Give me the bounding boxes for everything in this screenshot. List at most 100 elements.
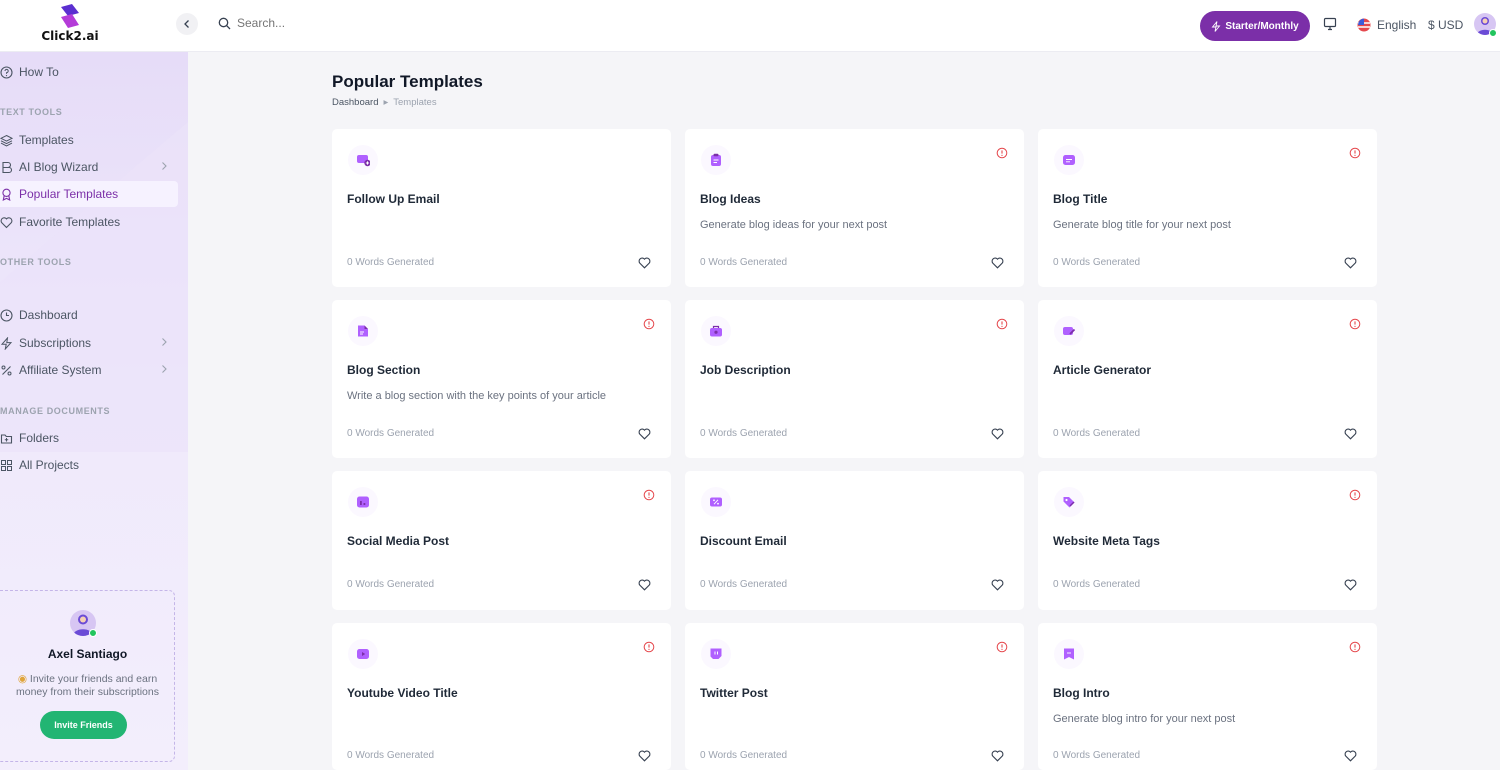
invite-friends-button[interactable]: Invite Friends [40, 711, 127, 739]
card-title: Youtube Video Title [347, 686, 458, 700]
info-icon[interactable] [1349, 641, 1361, 653]
words-generated: 0 Words Generated [347, 750, 435, 761]
section-label-manage-documents: MANAGE DOCUMENTS [0, 406, 111, 416]
sidebar-item-all-projects[interactable]: All Projects [0, 452, 178, 478]
words-generated: 0 Words Generated [700, 257, 788, 268]
heart-icon [0, 216, 13, 229]
bookmark-icon [1054, 639, 1084, 669]
heart-icon[interactable] [991, 257, 1004, 269]
template-card-blog-title[interactable]: Blog Title Generate blog title for your n… [1038, 129, 1377, 287]
percent-icon [0, 364, 13, 377]
card-title: Social Media Post [347, 534, 450, 548]
search-icon [218, 17, 231, 29]
heart-icon[interactable] [638, 257, 651, 269]
heart-icon[interactable] [1344, 428, 1357, 440]
heart-icon[interactable] [1344, 579, 1357, 591]
chart-icon [348, 487, 378, 517]
heart-icon[interactable] [638, 428, 651, 440]
sidebar-item-label: All Projects [19, 458, 80, 472]
logo[interactable]: Click2.ai [40, 4, 100, 43]
card-description: Generate blog title for your next post [1053, 219, 1231, 231]
zap-icon [0, 336, 13, 350]
top-bar: Click2.ai Starter/Monthly English $ USD [0, 0, 1500, 52]
words-generated: 0 Words Generated [347, 257, 435, 268]
heart-icon[interactable] [991, 750, 1004, 762]
heart-icon[interactable] [638, 750, 651, 762]
sidebar-item-popular-templates[interactable]: Popular Templates [0, 181, 178, 207]
online-status-dot [89, 629, 97, 637]
sidebar-item-how-to[interactable]: How To [0, 59, 178, 85]
info-icon[interactable] [996, 147, 1008, 159]
award-icon [0, 188, 13, 201]
section-label-text-tools: TEXT TOOLS [0, 107, 63, 117]
logo-text: Click2.ai [41, 29, 99, 43]
card-description: Write a blog section with the key points… [347, 390, 607, 402]
words-generated: 0 Words Generated [1053, 750, 1141, 761]
language-selector[interactable]: English [1357, 18, 1416, 32]
info-icon[interactable] [1349, 147, 1361, 159]
template-card-discount-email[interactable]: Discount Email 0 Words Generated [685, 471, 1024, 610]
heart-icon[interactable] [991, 579, 1004, 591]
invite-message: Invite your friends and earn money from … [16, 673, 159, 698]
template-card-job-description[interactable]: Job Description 0 Words Generated [685, 300, 1024, 458]
monitor-button[interactable] [1323, 17, 1337, 36]
plan-button[interactable]: Starter/Monthly [1200, 11, 1310, 41]
template-card-blog-ideas[interactable]: Blog Ideas Generate blog ideas for your n… [685, 129, 1024, 287]
edit-icon [1054, 316, 1084, 346]
mail-plus-icon [348, 145, 378, 175]
breadcrumb: Dashboard ▸ Templates [332, 97, 437, 108]
template-card-follow-up-email[interactable]: Follow Up Email 0 Words Generated [332, 129, 671, 287]
info-icon[interactable] [1349, 489, 1361, 501]
words-generated: 0 Words Generated [700, 579, 788, 590]
card-title: Follow Up Email [347, 192, 440, 206]
template-card-blog-section[interactable]: Blog Section Write a blog section with th… [332, 300, 671, 458]
words-generated: 0 Words Generated [700, 428, 788, 439]
breadcrumb-dashboard[interactable]: Dashboard [332, 97, 378, 108]
sidebar-item-dashboard[interactable]: Dashboard [0, 302, 178, 328]
card-title: Website Meta Tags [1053, 534, 1160, 548]
search-bar [218, 16, 437, 30]
card-title: Blog Title [1053, 192, 1108, 206]
online-status-dot [1489, 29, 1497, 37]
sidebar-item-favorite-templates[interactable]: Favorite Templates [0, 209, 178, 235]
sidebar-item-label: Popular Templates [19, 187, 119, 201]
play-icon [348, 639, 378, 669]
heart-icon[interactable] [1344, 257, 1357, 269]
template-card-twitter-post[interactable]: Twitter Post 0 Words Generated [685, 623, 1024, 770]
zap-icon [1211, 20, 1221, 32]
folder-icon [0, 432, 13, 445]
template-card-blog-intro[interactable]: Blog Intro Generate blog intro for your n… [1038, 623, 1377, 770]
words-generated: 0 Words Generated [347, 579, 435, 590]
template-card-website-meta-tags[interactable]: Website Meta Tags 0 Words Generated [1038, 471, 1377, 610]
collapse-sidebar-button[interactable] [176, 13, 198, 35]
heart-icon[interactable] [638, 579, 651, 591]
heart-icon[interactable] [1344, 750, 1357, 762]
info-icon[interactable] [643, 489, 655, 501]
info-icon[interactable] [1349, 318, 1361, 330]
template-card-youtube-video-title[interactable]: Youtube Video Title 0 Words Generated [332, 623, 671, 770]
sidebar-item-ai-blog-wizard[interactable]: AI Blog Wizard [0, 154, 178, 180]
section-label-other-tools: OTHER TOOLS [0, 257, 72, 267]
plan-label: Starter/Monthly [1225, 20, 1299, 32]
card-title: Blog Section [347, 363, 421, 377]
coin-bag-icon: ◉ [17, 673, 27, 685]
sidebar-item-folders[interactable]: Folders [0, 425, 178, 451]
template-card-article-generator[interactable]: Article Generator 0 Words Generated [1038, 300, 1377, 458]
chevron-right-icon [162, 162, 167, 170]
chevron-left-icon [184, 20, 189, 28]
info-icon[interactable] [996, 641, 1008, 653]
currency-selector[interactable]: $ USD [1428, 18, 1463, 32]
template-card-social-media-post[interactable]: Social Media Post 0 Words Generated [332, 471, 671, 610]
info-icon[interactable] [643, 641, 655, 653]
heart-icon[interactable] [991, 428, 1004, 440]
info-icon[interactable] [996, 318, 1008, 330]
invite-user-name: Axel Santiago [47, 647, 128, 661]
words-generated: 0 Words Generated [347, 428, 435, 439]
chevron-right-icon [162, 365, 167, 373]
sidebar-item-templates[interactable]: Templates [0, 127, 178, 153]
sidebar-item-affiliate-system[interactable]: Affiliate System [0, 357, 178, 383]
sidebar-item-subscriptions[interactable]: Subscriptions [0, 330, 178, 356]
info-icon[interactable] [643, 318, 655, 330]
grid-icon [0, 459, 13, 472]
search-input[interactable] [237, 16, 437, 30]
